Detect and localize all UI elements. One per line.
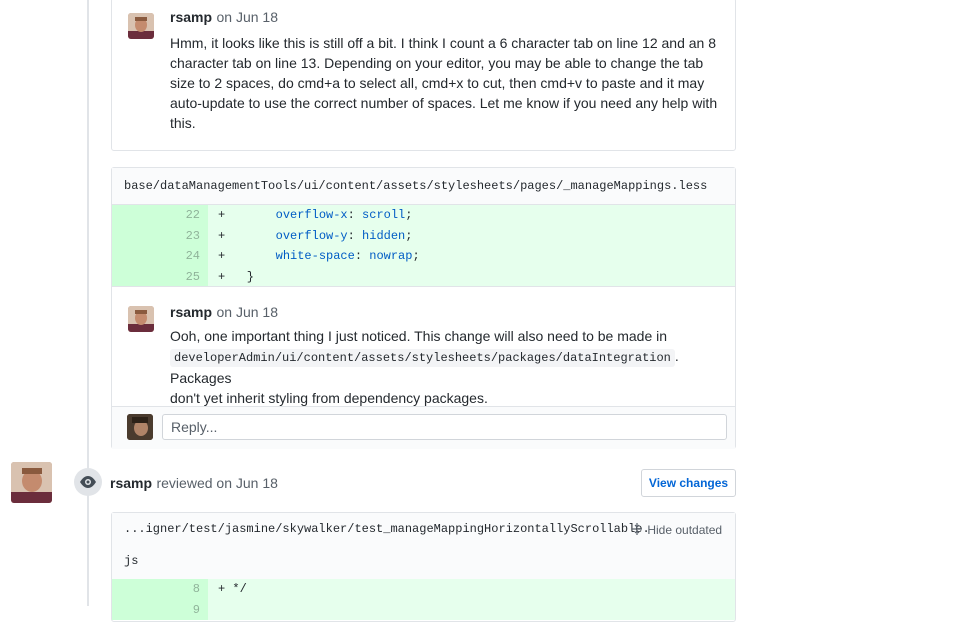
hide-outdated-button[interactable]: Hide outdated — [630, 522, 722, 537]
css-value: nowrap — [369, 249, 413, 263]
comment-body: Ooh, one important thing I just noticed.… — [170, 328, 679, 406]
line-number[interactable]: 9 — [112, 599, 208, 620]
line-number[interactable]: 24 — [112, 246, 208, 267]
css-value: scroll — [362, 208, 406, 222]
comment-author[interactable]: rsamp — [170, 304, 212, 320]
comment-date[interactable]: on Jun 18 — [216, 9, 278, 25]
line-number[interactable]: 8 — [112, 579, 208, 600]
fold-icon — [630, 523, 647, 537]
diff-line: 24 + white-space: nowrap; — [112, 246, 735, 267]
comment-author[interactable]: rsamp — [170, 9, 212, 25]
diff-table: 22 + overflow-x: scroll; 23 + overflow-y… — [112, 205, 735, 287]
diff-line: 22 + overflow-x: scroll; — [112, 205, 735, 226]
css-value: hidden — [362, 228, 406, 243]
diff-line: 23 + overflow-y: hidden; — [112, 225, 735, 246]
diff-file-path[interactable]: ...igner/test/jasmine/skywalker/test_man… — [124, 522, 650, 536]
reply-area: Reply... — [112, 406, 735, 449]
comment-date[interactable]: on Jun 18 — [216, 304, 278, 320]
diff-line: 9 — [112, 599, 735, 620]
diff-line: 8 + */ — [112, 579, 735, 600]
diff-file-path[interactable]: base/dataManagementTools/ui/content/asse… — [112, 168, 735, 205]
diff-file-path-continued[interactable]: js — [124, 554, 138, 568]
avatar[interactable] — [128, 13, 154, 39]
line-number[interactable]: 22 — [112, 205, 208, 226]
line-number[interactable]: 25 — [112, 266, 208, 287]
review-action: reviewed on Jun 18 — [156, 475, 278, 491]
eye-icon — [74, 468, 102, 496]
diff-line: 25 + } — [112, 266, 735, 287]
css-property: overflow-x — [275, 208, 348, 222]
inline-code: developerAdmin/ui/content/assets/stylesh… — [170, 349, 675, 367]
css-property: overflow-y — [275, 228, 348, 243]
comment-body: Hmm, it looks like this is still off a b… — [170, 35, 718, 131]
review-thread-2: base/dataManagementTools/ui/content/asse… — [111, 167, 736, 449]
reviewer-avatar[interactable] — [11, 462, 52, 503]
line-number[interactable]: 23 — [112, 225, 208, 246]
view-changes-button[interactable]: View changes — [641, 469, 736, 497]
timeline-line — [87, 0, 89, 606]
review-comment-thread-1: rsamp on Jun 18 Hmm, it looks like this … — [111, 0, 736, 151]
review-author[interactable]: rsamp — [110, 475, 152, 491]
reply-input[interactable]: Reply... — [162, 414, 727, 440]
current-user-avatar[interactable] — [127, 414, 153, 440]
diff-file-header: ...igner/test/jasmine/skywalker/test_man… — [112, 513, 735, 580]
css-property: white-space — [275, 249, 355, 263]
avatar[interactable] — [128, 306, 154, 332]
